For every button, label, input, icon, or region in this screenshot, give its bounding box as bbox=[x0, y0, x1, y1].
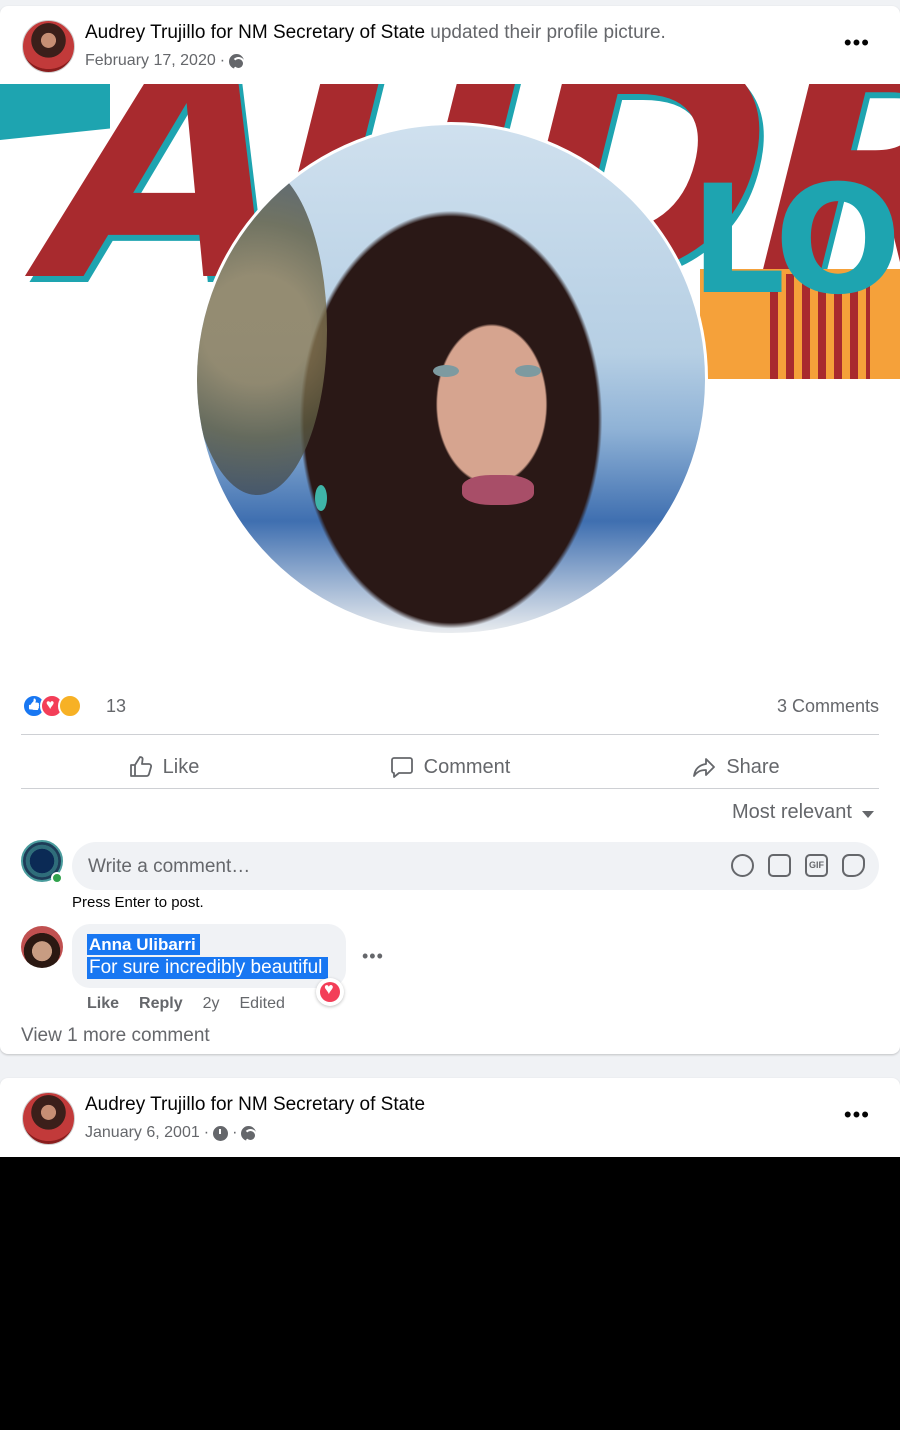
photo-earring bbox=[315, 485, 327, 511]
post-card: Audrey Trujillo for NM Secretary of Stat… bbox=[0, 1078, 900, 1430]
thumbs-up-icon bbox=[129, 756, 152, 777]
post-title: Audrey Trujillo for NM Secretary of Stat… bbox=[85, 22, 666, 44]
photo-background-tree bbox=[197, 165, 327, 495]
page-avatar[interactable] bbox=[22, 1092, 75, 1145]
share-button[interactable]: Share bbox=[593, 741, 879, 793]
comment-like-link[interactable]: Like bbox=[87, 995, 119, 1013]
comment-input-tools: GIF bbox=[731, 854, 865, 877]
post-date[interactable]: January 6, 2001 bbox=[85, 1124, 200, 1142]
post-date[interactable]: February 17, 2020 bbox=[85, 52, 216, 70]
post-action-text: updated their profile picture. bbox=[425, 22, 666, 43]
sticker-icon[interactable] bbox=[842, 854, 865, 877]
profile-photo-circle bbox=[194, 122, 708, 636]
like-button-label: Like bbox=[162, 755, 200, 778]
post-options-icon[interactable]: ••• bbox=[844, 30, 870, 56]
comment-bubble: Anna Ulibarri For sure incredibly beauti… bbox=[72, 924, 346, 988]
share-arrow-icon bbox=[693, 758, 716, 777]
comment-reply-link[interactable]: Reply bbox=[139, 995, 183, 1013]
comment-text: For sure incredibly beautiful bbox=[87, 957, 329, 979]
divider bbox=[21, 734, 879, 735]
comment-actions: Like Reply 2y Edited bbox=[87, 995, 285, 1013]
sort-label: Most relevant bbox=[731, 801, 852, 823]
comment-love-reaction-icon[interactable] bbox=[316, 978, 344, 1006]
reaction-icons[interactable] bbox=[22, 694, 82, 718]
comment-button-label: Comment bbox=[423, 755, 511, 778]
photo-eye bbox=[515, 365, 541, 377]
globe-icon bbox=[241, 1125, 258, 1142]
comment-input[interactable]: Write a comment… GIF bbox=[72, 842, 879, 890]
post-meta: February 17, 2020 · bbox=[85, 52, 246, 70]
post-meta: January 6, 2001 · · bbox=[85, 1124, 258, 1142]
like-button[interactable]: Like bbox=[21, 741, 307, 793]
profile-picture-image[interactable]: AUDREY LO bbox=[0, 84, 900, 678]
post-action-bar: Like Comment Share bbox=[21, 741, 879, 793]
comment-options-icon[interactable]: ••• bbox=[362, 946, 384, 967]
post-header: Audrey Trujillo for NM Secretary of Stat… bbox=[0, 1078, 900, 1158]
comment-edited-label[interactable]: Edited bbox=[240, 995, 285, 1013]
page-name-link[interactable]: Audrey Trujillo for NM Secretary of Stat… bbox=[85, 22, 425, 43]
comment-count[interactable]: 3 Comments bbox=[777, 696, 879, 717]
comment-input-placeholder: Write a comment… bbox=[88, 856, 251, 877]
post-options-icon[interactable]: ••• bbox=[844, 1102, 870, 1128]
online-status-dot bbox=[51, 872, 63, 884]
globe-icon bbox=[229, 53, 246, 70]
reaction-count[interactable]: 13 bbox=[106, 696, 126, 717]
reaction-summary: 13 3 Comments bbox=[22, 694, 879, 720]
page-name-link[interactable]: Audrey Trujillo for NM Secretary of Stat… bbox=[85, 1094, 425, 1115]
share-button-label: Share bbox=[726, 755, 780, 778]
gif-icon[interactable]: GIF bbox=[805, 854, 828, 877]
clock-icon bbox=[213, 1125, 229, 1141]
press-enter-hint: Press Enter to post. bbox=[72, 894, 204, 911]
divider bbox=[21, 788, 879, 789]
comment-sort-dropdown[interactable]: Most relevant bbox=[732, 801, 874, 824]
photo-lips bbox=[462, 475, 534, 505]
emoji-icon[interactable] bbox=[731, 854, 754, 877]
post-media[interactable] bbox=[0, 1157, 900, 1430]
view-more-comments-link[interactable]: View 1 more comment bbox=[21, 1025, 210, 1047]
care-reaction-icon bbox=[58, 694, 82, 718]
comment-button[interactable]: Comment bbox=[307, 741, 593, 793]
speech-bubble-icon bbox=[390, 757, 413, 778]
banner-lettering-lo: LO bbox=[690, 154, 900, 328]
caret-down-icon bbox=[862, 810, 874, 818]
photo-eye bbox=[433, 365, 459, 377]
camera-icon[interactable] bbox=[768, 854, 791, 877]
comment-age[interactable]: 2y bbox=[203, 995, 220, 1013]
commenter-avatar[interactable] bbox=[21, 926, 63, 968]
page-avatar[interactable] bbox=[22, 20, 75, 73]
comment-author-link[interactable]: Anna Ulibarri bbox=[87, 934, 200, 955]
post-header: Audrey Trujillo for NM Secretary of Stat… bbox=[0, 6, 900, 86]
post-title: Audrey Trujillo for NM Secretary of Stat… bbox=[85, 1094, 425, 1116]
post-card: Audrey Trujillo for NM Secretary of Stat… bbox=[0, 6, 900, 1054]
